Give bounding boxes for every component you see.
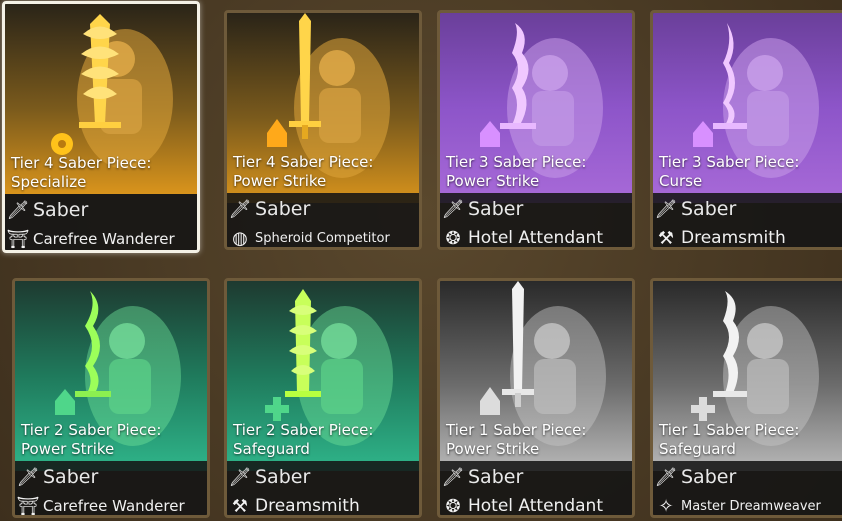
piece-title-line2: Safeguard	[233, 440, 310, 458]
character-name: Carefree Wanderer	[43, 497, 185, 515]
weapon-type: Saber	[43, 466, 99, 488]
piece-title-line2: Curse	[659, 172, 703, 190]
piece-title-line2: Power Strike	[446, 172, 540, 190]
character-name: Dreamsmith	[681, 228, 786, 248]
piece-title-line2: Power Strike	[233, 172, 327, 190]
saber-piece-card[interactable]: Tier 2 Saber Piece: Power Strike 🗡 Saber…	[12, 278, 210, 518]
character-name: Master Dreamweaver	[681, 498, 821, 514]
character-name: Spheroid Competitor	[255, 230, 390, 246]
card-info: 🗡 Saber ⚒ Dreamsmith	[653, 193, 842, 249]
saber-icon: 🗡	[441, 466, 465, 488]
saber-icon: 🗡	[228, 198, 252, 220]
dreamsmith-icon: ⚒	[231, 495, 249, 517]
attendant-icon: ❂	[445, 495, 461, 517]
character-name: Dreamsmith	[255, 496, 360, 516]
piece-title-line1: Tier 1 Saber Piece:	[659, 421, 800, 439]
character-name: Carefree Wanderer	[33, 230, 175, 248]
piece-title-line1: Tier 4 Saber Piece:	[233, 153, 374, 171]
weapon-type: Saber	[33, 199, 89, 221]
spheroid-icon: ◍	[232, 227, 248, 249]
weapon-type: Saber	[468, 466, 524, 488]
saber-piece-card[interactable]: Tier 4 Saber Piece: Power Strike 🗡 Saber…	[224, 10, 422, 250]
piece-title-line2: Specialize	[11, 173, 87, 191]
piece-title-line2: Power Strike	[446, 440, 540, 458]
saber-piece-grid: Tier 4 Saber Piece: Specialize 🗡 Saber ⛩…	[0, 0, 842, 521]
saber-icon: 🗡	[441, 198, 465, 220]
card-info: 🗡 Saber ⛩ Carefree Wanderer	[5, 194, 197, 250]
piece-title-line2: Power Strike	[21, 440, 115, 458]
saber-icon: 🗡	[654, 198, 678, 220]
piece-title-line2: Safeguard	[659, 440, 736, 458]
card-info: 🗡 Saber ◍ Spheroid Competitor	[227, 193, 419, 249]
dreamweaver-icon: ✧	[658, 495, 674, 517]
saber-piece-card[interactable]: Tier 4 Saber Piece: Specialize 🗡 Saber ⛩…	[2, 1, 200, 253]
wanderer-icon: ⛩	[16, 495, 40, 517]
wanderer-icon: ⛩	[6, 228, 30, 250]
saber-piece-card[interactable]: Tier 3 Saber Piece: Power Strike 🗡 Saber…	[437, 10, 635, 250]
card-info: 🗡 Saber ❂ Hotel Attendant	[440, 461, 632, 517]
saber-piece-card[interactable]: Tier 2 Saber Piece: Safeguard 🗡 Saber ⚒ …	[224, 278, 422, 518]
weapon-type: Saber	[468, 198, 524, 220]
saber-icon: 🗡	[654, 466, 678, 488]
dreamsmith-icon: ⚒	[657, 227, 675, 249]
weapon-type: Saber	[681, 198, 737, 220]
piece-title-line1: Tier 2 Saber Piece:	[233, 421, 374, 439]
character-name: Hotel Attendant	[468, 496, 603, 516]
saber-piece-card[interactable]: Tier 1 Saber Piece: Power Strike 🗡 Saber…	[437, 278, 635, 518]
piece-title-line1: Tier 1 Saber Piece:	[446, 421, 587, 439]
saber-icon: 🗡	[228, 466, 252, 488]
weapon-type: Saber	[681, 466, 737, 488]
saber-piece-card[interactable]: Tier 3 Saber Piece: Curse 🗡 Saber ⚒ Drea…	[650, 10, 842, 250]
piece-title-line1: Tier 2 Saber Piece:	[21, 421, 162, 439]
piece-title-line1: Tier 3 Saber Piece:	[446, 153, 587, 171]
piece-title-line1: Tier 4 Saber Piece:	[11, 154, 152, 172]
card-info: 🗡 Saber ⛩ Carefree Wanderer	[15, 461, 207, 517]
card-info: 🗡 Saber ❂ Hotel Attendant	[440, 193, 632, 249]
card-info: 🗡 Saber ⚒ Dreamsmith	[227, 461, 419, 517]
weapon-type: Saber	[255, 466, 311, 488]
card-info: 🗡 Saber ✧ Master Dreamweaver	[653, 461, 842, 517]
piece-title-line1: Tier 3 Saber Piece:	[659, 153, 800, 171]
saber-icon: 🗡	[6, 199, 30, 221]
saber-icon: 🗡	[16, 466, 40, 488]
weapon-type: Saber	[255, 198, 311, 220]
character-name: Hotel Attendant	[468, 228, 603, 248]
saber-piece-card[interactable]: Tier 1 Saber Piece: Safeguard 🗡 Saber ✧ …	[650, 278, 842, 518]
attendant-icon: ❂	[445, 227, 461, 249]
